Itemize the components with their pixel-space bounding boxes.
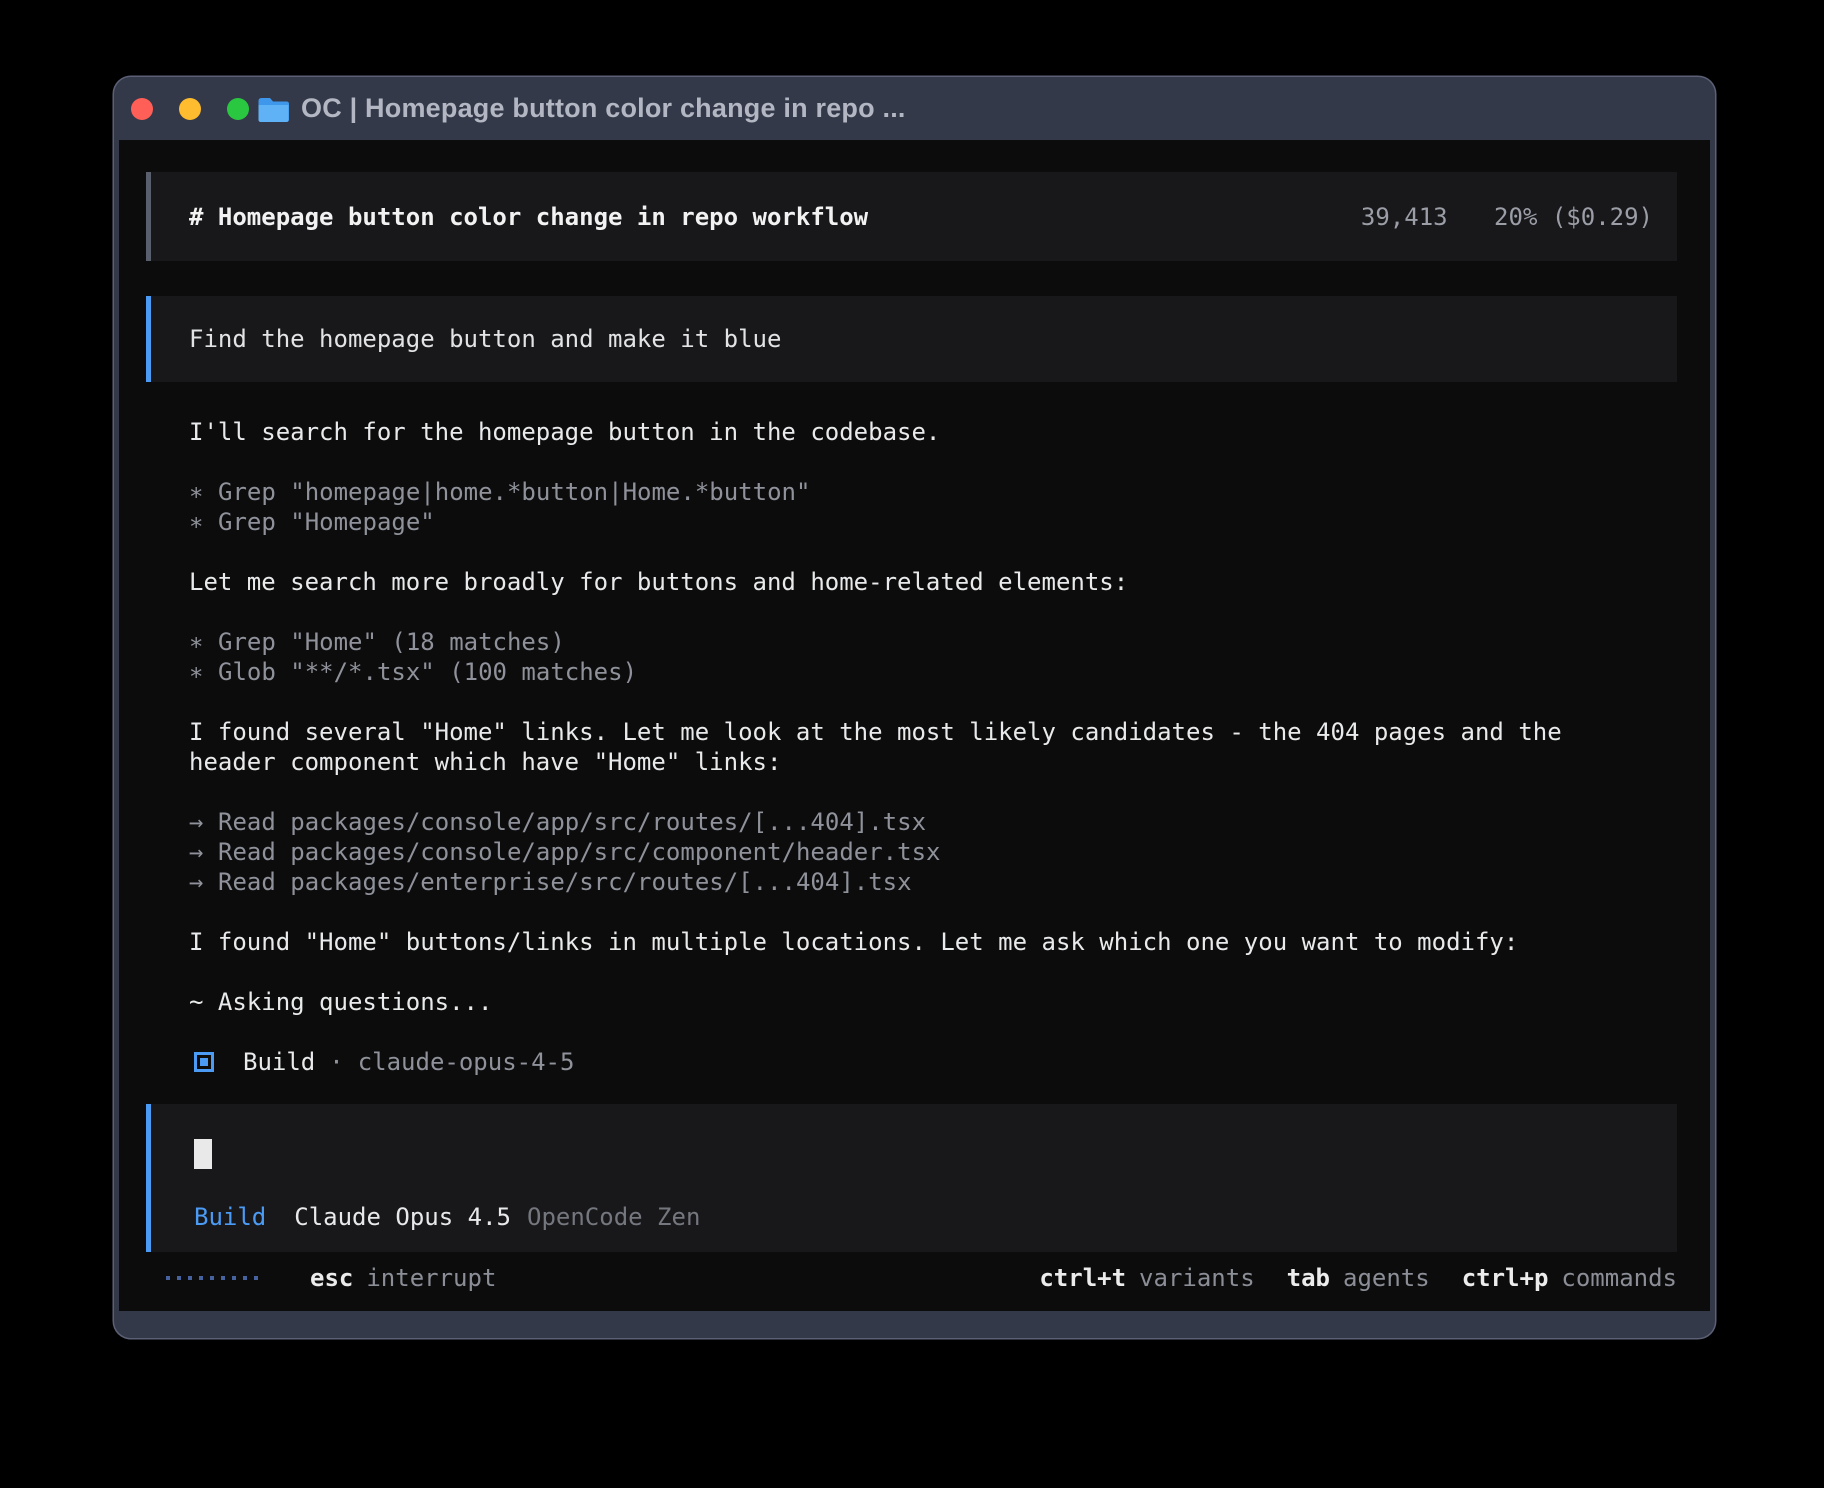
shortcut-hints: ctrl+t variants tab agents ctrl+p comman… [1039, 1263, 1677, 1293]
user-message: Find the homepage button and make it blu… [146, 296, 1677, 382]
spinner-dot [243, 1276, 247, 1280]
arrow-right-icon: → [189, 837, 218, 867]
input-agent-label: Build [194, 1202, 266, 1232]
status-bar: esc interrupt ctrl+t variants tab agents… [146, 1263, 1677, 1293]
context-usage: 20% ($0.29) [1494, 203, 1653, 231]
spinner-dots [166, 1276, 258, 1280]
user-message-text: Find the homepage button and make it blu… [189, 324, 781, 354]
spinner-dot [188, 1276, 192, 1280]
traffic-lights [114, 98, 249, 120]
text-cursor [194, 1139, 212, 1169]
spinner-dot [221, 1276, 225, 1280]
input-model-label: Claude Opus 4.5 [294, 1202, 511, 1232]
assistant-text: I'll search for the homepage button in t… [189, 417, 1684, 447]
close-button[interactable] [131, 98, 153, 120]
zoom-button[interactable] [227, 98, 249, 120]
shortcut-interrupt: esc interrupt [310, 1263, 496, 1293]
session-header: # Homepage button color change in repo w… [146, 172, 1677, 261]
activity-status: ~ Asking questions... [189, 987, 1684, 1017]
tool-call-read: →Read packages/console/app/src/component… [189, 837, 1684, 867]
token-count: 39,413 [1361, 203, 1448, 231]
tool-call-read: →Read packages/enterprise/src/routes/[..… [189, 867, 1684, 897]
terminal-content: # Homepage button color change in repo w… [119, 140, 1710, 1311]
tool-call-glob: ∗Glob "**/*.tsx" (100 matches) [189, 657, 1684, 687]
tool-call-grep: ∗Grep "Homepage" [189, 507, 1684, 537]
asterisk-icon: ∗ [189, 627, 218, 657]
terminal-window: OC | Homepage button color change in rep… [114, 77, 1715, 1338]
minimize-button[interactable] [179, 98, 201, 120]
spinner-dot [232, 1276, 236, 1280]
shortcut-commands: ctrl+p commands [1462, 1263, 1677, 1293]
asterisk-icon: ∗ [189, 507, 218, 537]
window-titlebar[interactable]: OC | Homepage button color change in rep… [114, 77, 1715, 140]
agent-status-line: Build · claude-opus-4-5 [189, 1047, 1684, 1077]
tool-call-group: ∗Grep "Home" (18 matches) ∗Glob "**/*.ts… [189, 627, 1684, 687]
asterisk-icon: ∗ [189, 657, 218, 687]
tool-call-grep: ∗Grep "homepage|home.*button|Home.*butto… [189, 477, 1684, 507]
window-title: OC | Homepage button color change in rep… [301, 93, 906, 124]
spinner-dot [254, 1276, 258, 1280]
input-status-line: Build Claude Opus 4.5 OpenCode Zen [194, 1202, 1653, 1232]
tool-call-read: →Read packages/console/app/src/routes/[.… [189, 807, 1684, 837]
asterisk-icon: ∗ [189, 477, 218, 507]
agent-name: Build [243, 1047, 315, 1077]
tool-call-group: →Read packages/console/app/src/routes/[.… [189, 807, 1684, 897]
tool-call-group: ∗Grep "homepage|home.*button|Home.*butto… [189, 477, 1684, 537]
arrow-right-icon: → [189, 867, 218, 897]
session-title: # Homepage button color change in repo w… [189, 202, 868, 232]
tool-call-grep: ∗Grep "Home" (18 matches) [189, 627, 1684, 657]
assistant-text: Let me search more broadly for buttons a… [189, 567, 1684, 597]
session-stats: 39,413 20% ($0.29) [1361, 202, 1653, 232]
assistant-text: I found several "Home" links. Let me loo… [189, 717, 1684, 777]
agent-build-icon [194, 1052, 214, 1072]
input-provider-label: OpenCode Zen [527, 1202, 700, 1232]
shortcut-variants: ctrl+t variants [1039, 1263, 1254, 1293]
spinner-dot [199, 1276, 203, 1280]
model-name: claude-opus-4-5 [358, 1047, 575, 1077]
spinner-dot [166, 1276, 170, 1280]
spinner-dot [210, 1276, 214, 1280]
arrow-right-icon: → [189, 807, 218, 837]
assistant-text: I found "Home" buttons/links in multiple… [189, 927, 1684, 957]
spinner-dot [177, 1276, 181, 1280]
dot-separator: · [329, 1047, 343, 1077]
folder-icon [257, 96, 290, 122]
prompt-input[interactable]: Build Claude Opus 4.5 OpenCode Zen [146, 1104, 1677, 1252]
shortcut-agents: tab agents [1287, 1263, 1430, 1293]
conversation: I'll search for the homepage button in t… [189, 417, 1684, 1077]
